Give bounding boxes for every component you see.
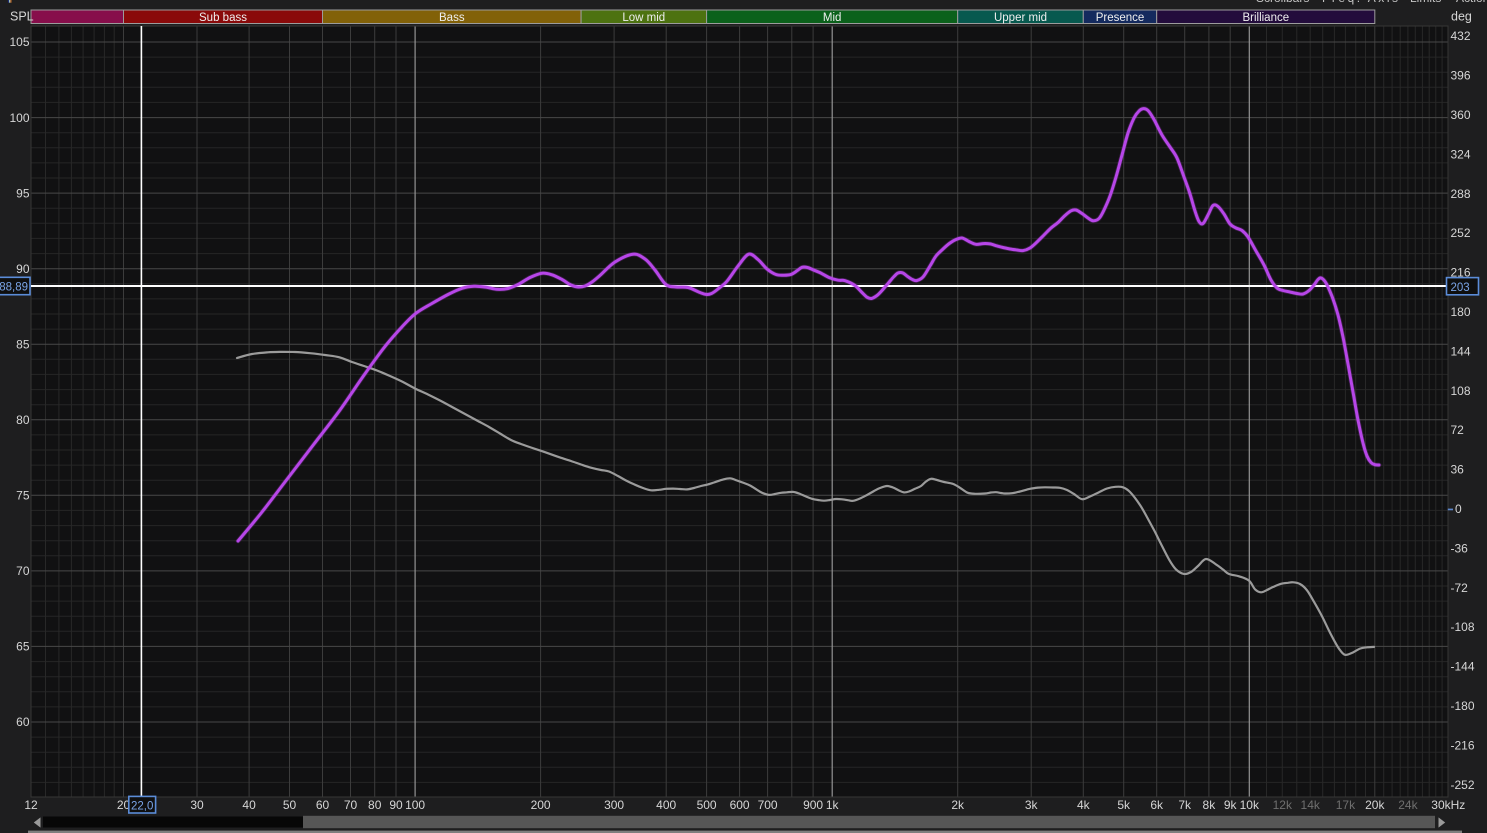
svg-text:0: 0 (1455, 502, 1462, 516)
svg-text:5k: 5k (1117, 798, 1131, 812)
svg-text:88,89: 88,89 (0, 282, 28, 294)
svg-text:600: 600 (730, 798, 750, 812)
svg-text:12k: 12k (1273, 798, 1293, 812)
svg-text:4k: 4k (1077, 798, 1091, 812)
svg-text:432: 432 (1451, 29, 1471, 43)
svg-text:90: 90 (16, 262, 30, 276)
svg-text:90: 90 (389, 798, 403, 812)
svg-text:36: 36 (1451, 463, 1465, 477)
svg-text:500: 500 (697, 798, 717, 812)
svg-text:14k: 14k (1301, 798, 1321, 812)
svg-text:60: 60 (16, 715, 30, 729)
svg-text:65: 65 (16, 640, 30, 654)
svg-text:Mid: Mid (823, 12, 842, 24)
svg-text:-180: -180 (1451, 699, 1475, 713)
svg-text:70: 70 (344, 798, 358, 812)
svg-text:95: 95 (16, 186, 30, 200)
svg-text:360: 360 (1451, 108, 1471, 122)
svg-text:144: 144 (1451, 344, 1471, 358)
svg-text:85: 85 (16, 337, 30, 351)
svg-text:108: 108 (1451, 384, 1471, 398)
svg-text:180: 180 (1451, 305, 1471, 319)
svg-text:22,0: 22,0 (131, 800, 153, 812)
svg-text:1k: 1k (826, 798, 840, 812)
svg-text:900: 900 (803, 798, 823, 812)
svg-text:203: 203 (1451, 282, 1470, 294)
svg-text:Low mid: Low mid (622, 12, 665, 24)
svg-text:Brilliance: Brilliance (1242, 12, 1289, 24)
svg-text:7k: 7k (1178, 798, 1192, 812)
svg-text:-144: -144 (1451, 660, 1475, 674)
svg-text:deg: deg (1451, 10, 1472, 24)
svg-text:2k: 2k (951, 798, 965, 812)
svg-text:100: 100 (405, 798, 425, 812)
svg-text:252: 252 (1451, 226, 1471, 240)
svg-text:SPL: SPL (10, 10, 34, 24)
svg-text:324: 324 (1451, 147, 1471, 161)
svg-text:40: 40 (242, 798, 256, 812)
svg-text:Sub bass: Sub bass (199, 12, 247, 24)
svg-text:Limits: Limits (1410, 0, 1441, 5)
svg-text:Freq. Axis: Freq. Axis (1322, 0, 1398, 5)
svg-text:20k: 20k (1365, 798, 1385, 812)
svg-text:6k: 6k (1150, 798, 1164, 812)
svg-text:30: 30 (190, 798, 204, 812)
svg-text:-108: -108 (1451, 620, 1475, 634)
svg-text:Scrollbars: Scrollbars (1256, 0, 1309, 5)
svg-text:30kHz: 30kHz (1431, 798, 1465, 812)
svg-text:8k: 8k (1203, 798, 1217, 812)
svg-text:700: 700 (758, 798, 778, 812)
svg-text:-216: -216 (1451, 738, 1475, 752)
svg-text:9k: 9k (1224, 798, 1238, 812)
svg-text:-36: -36 (1451, 541, 1469, 555)
svg-text:Actions: Actions (1456, 0, 1487, 5)
svg-text:70: 70 (16, 564, 30, 578)
svg-text:Upper mid: Upper mid (994, 12, 1047, 24)
svg-text:200: 200 (531, 798, 551, 812)
svg-text:-72: -72 (1451, 581, 1469, 595)
svg-text:75: 75 (16, 489, 30, 503)
svg-text:Presence: Presence (1096, 12, 1145, 24)
svg-text:12: 12 (24, 798, 38, 812)
svg-text:-252: -252 (1451, 778, 1475, 792)
svg-text:Bass: Bass (439, 12, 465, 24)
svg-text:100: 100 (9, 111, 29, 125)
svg-text:50: 50 (283, 798, 297, 812)
svg-text:17k: 17k (1336, 798, 1356, 812)
svg-text:288: 288 (1451, 187, 1471, 201)
svg-text:105: 105 (9, 35, 29, 49)
svg-text:60: 60 (316, 798, 330, 812)
svg-text:300: 300 (604, 798, 624, 812)
svg-text:400: 400 (656, 798, 676, 812)
svg-text:396: 396 (1451, 69, 1471, 83)
svg-text:72: 72 (1451, 423, 1465, 437)
svg-text:80: 80 (368, 798, 382, 812)
svg-text:3k: 3k (1025, 798, 1039, 812)
svg-text:80: 80 (16, 413, 30, 427)
svg-text:24k: 24k (1398, 798, 1418, 812)
svg-text:10k: 10k (1240, 798, 1260, 812)
